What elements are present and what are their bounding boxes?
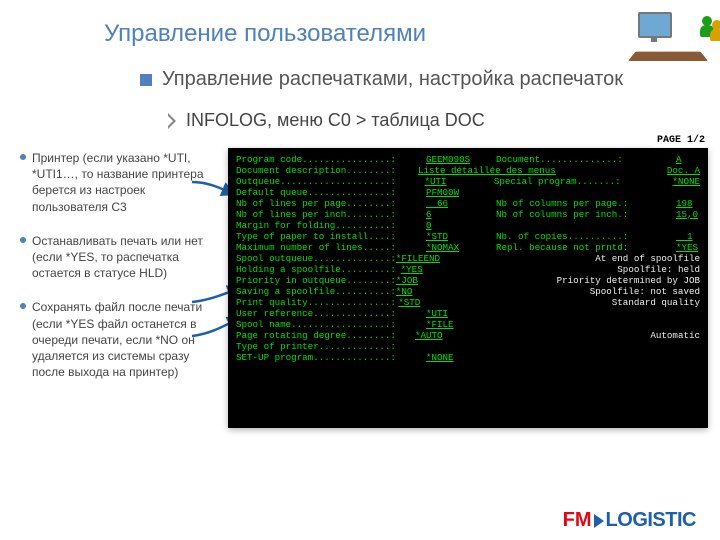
triangle-right-icon xyxy=(594,514,604,528)
terminal-row: Maximum number of lines.....:*NOMAXRepl.… xyxy=(236,242,700,253)
annotation-item: Сохранять файл после печати (если *YES ф… xyxy=(20,299,205,380)
page-indicator: PAGE 1/2 xyxy=(653,134,709,147)
terminal-row: Nb of lines per page........: 66Nb of co… xyxy=(236,198,700,209)
terminal-row: SET-UP program..............:*NONE xyxy=(236,352,700,363)
terminal-row: Margin for folding..........:0 xyxy=(236,220,700,231)
breadcrumb-text: INFOLOG, меню C0 > таблица DOC xyxy=(186,110,485,131)
chevron-right-icon xyxy=(168,113,178,129)
terminal-row: Type of paper to install....:*STDNb. of … xyxy=(236,231,700,242)
terminal-row: Spool name..................:*FILE xyxy=(236,319,700,330)
terminal-row: Saving a spoolfile..........:*NOSpoolfil… xyxy=(236,286,700,297)
terminal-row: Spool outqueue..............:*FILEENDAt … xyxy=(236,253,700,264)
brand-logo: FM LOGISTIC xyxy=(563,509,696,532)
annotation-list: Принтер (если указано *UTI, *UTI1…, то н… xyxy=(20,150,205,398)
logo-fm: FM xyxy=(563,509,592,532)
terminal-row: Print quality...............:*STDStandar… xyxy=(236,297,700,308)
bullet-dot-icon xyxy=(20,154,26,160)
terminal-row: Holding a spoolfile.........:*YESSpoolfi… xyxy=(236,264,700,275)
terminal-row: Page rotating degree........:*AUTOAutoma… xyxy=(236,330,700,341)
subtitle: Управление распечатками, настройка распе… xyxy=(162,68,623,91)
terminal-row: Nb of lines per inch........:6Nb of colu… xyxy=(236,209,700,220)
annotation-text: Останавливать печать или нет (если *YES,… xyxy=(32,233,205,282)
page-title: Управление пользователями xyxy=(104,20,426,48)
annotation-item: Останавливать печать или нет (если *YES,… xyxy=(20,233,205,282)
subtitle-row: Управление распечатками, настройка распе… xyxy=(140,68,623,91)
terminal-screenshot: PAGE 1/2 Program code................:GE… xyxy=(228,148,708,428)
terminal-row: Default queue...............:PFM00W xyxy=(236,187,700,198)
terminal-row: Type of printer.............: xyxy=(236,341,700,352)
terminal-row: Program code................:GEEM090SDoc… xyxy=(236,154,700,165)
annotation-item: Принтер (если указано *UTI, *UTI1…, то н… xyxy=(20,150,205,215)
annotation-text: Принтер (если указано *UTI, *UTI1…, то н… xyxy=(32,150,205,215)
annotation-text: Сохранять файл после печати (если *YES ф… xyxy=(32,299,205,380)
bullet-dot-icon xyxy=(20,303,26,309)
terminal-row: User reference..............:*UTI xyxy=(236,308,700,319)
hero-illustration xyxy=(628,6,708,61)
terminal-row: Outqueue....................:*UTISpecial… xyxy=(236,176,700,187)
logo-logistic: LOGISTIC xyxy=(606,509,696,532)
bullet-dot-icon xyxy=(20,237,26,243)
terminal-row: Priority in outqueue........:*JOBPriorit… xyxy=(236,275,700,286)
breadcrumb: INFOLOG, меню C0 > таблица DOC xyxy=(168,110,485,131)
bullet-square-icon xyxy=(140,74,152,86)
terminal-row: Document description........:Liste détai… xyxy=(236,165,700,176)
